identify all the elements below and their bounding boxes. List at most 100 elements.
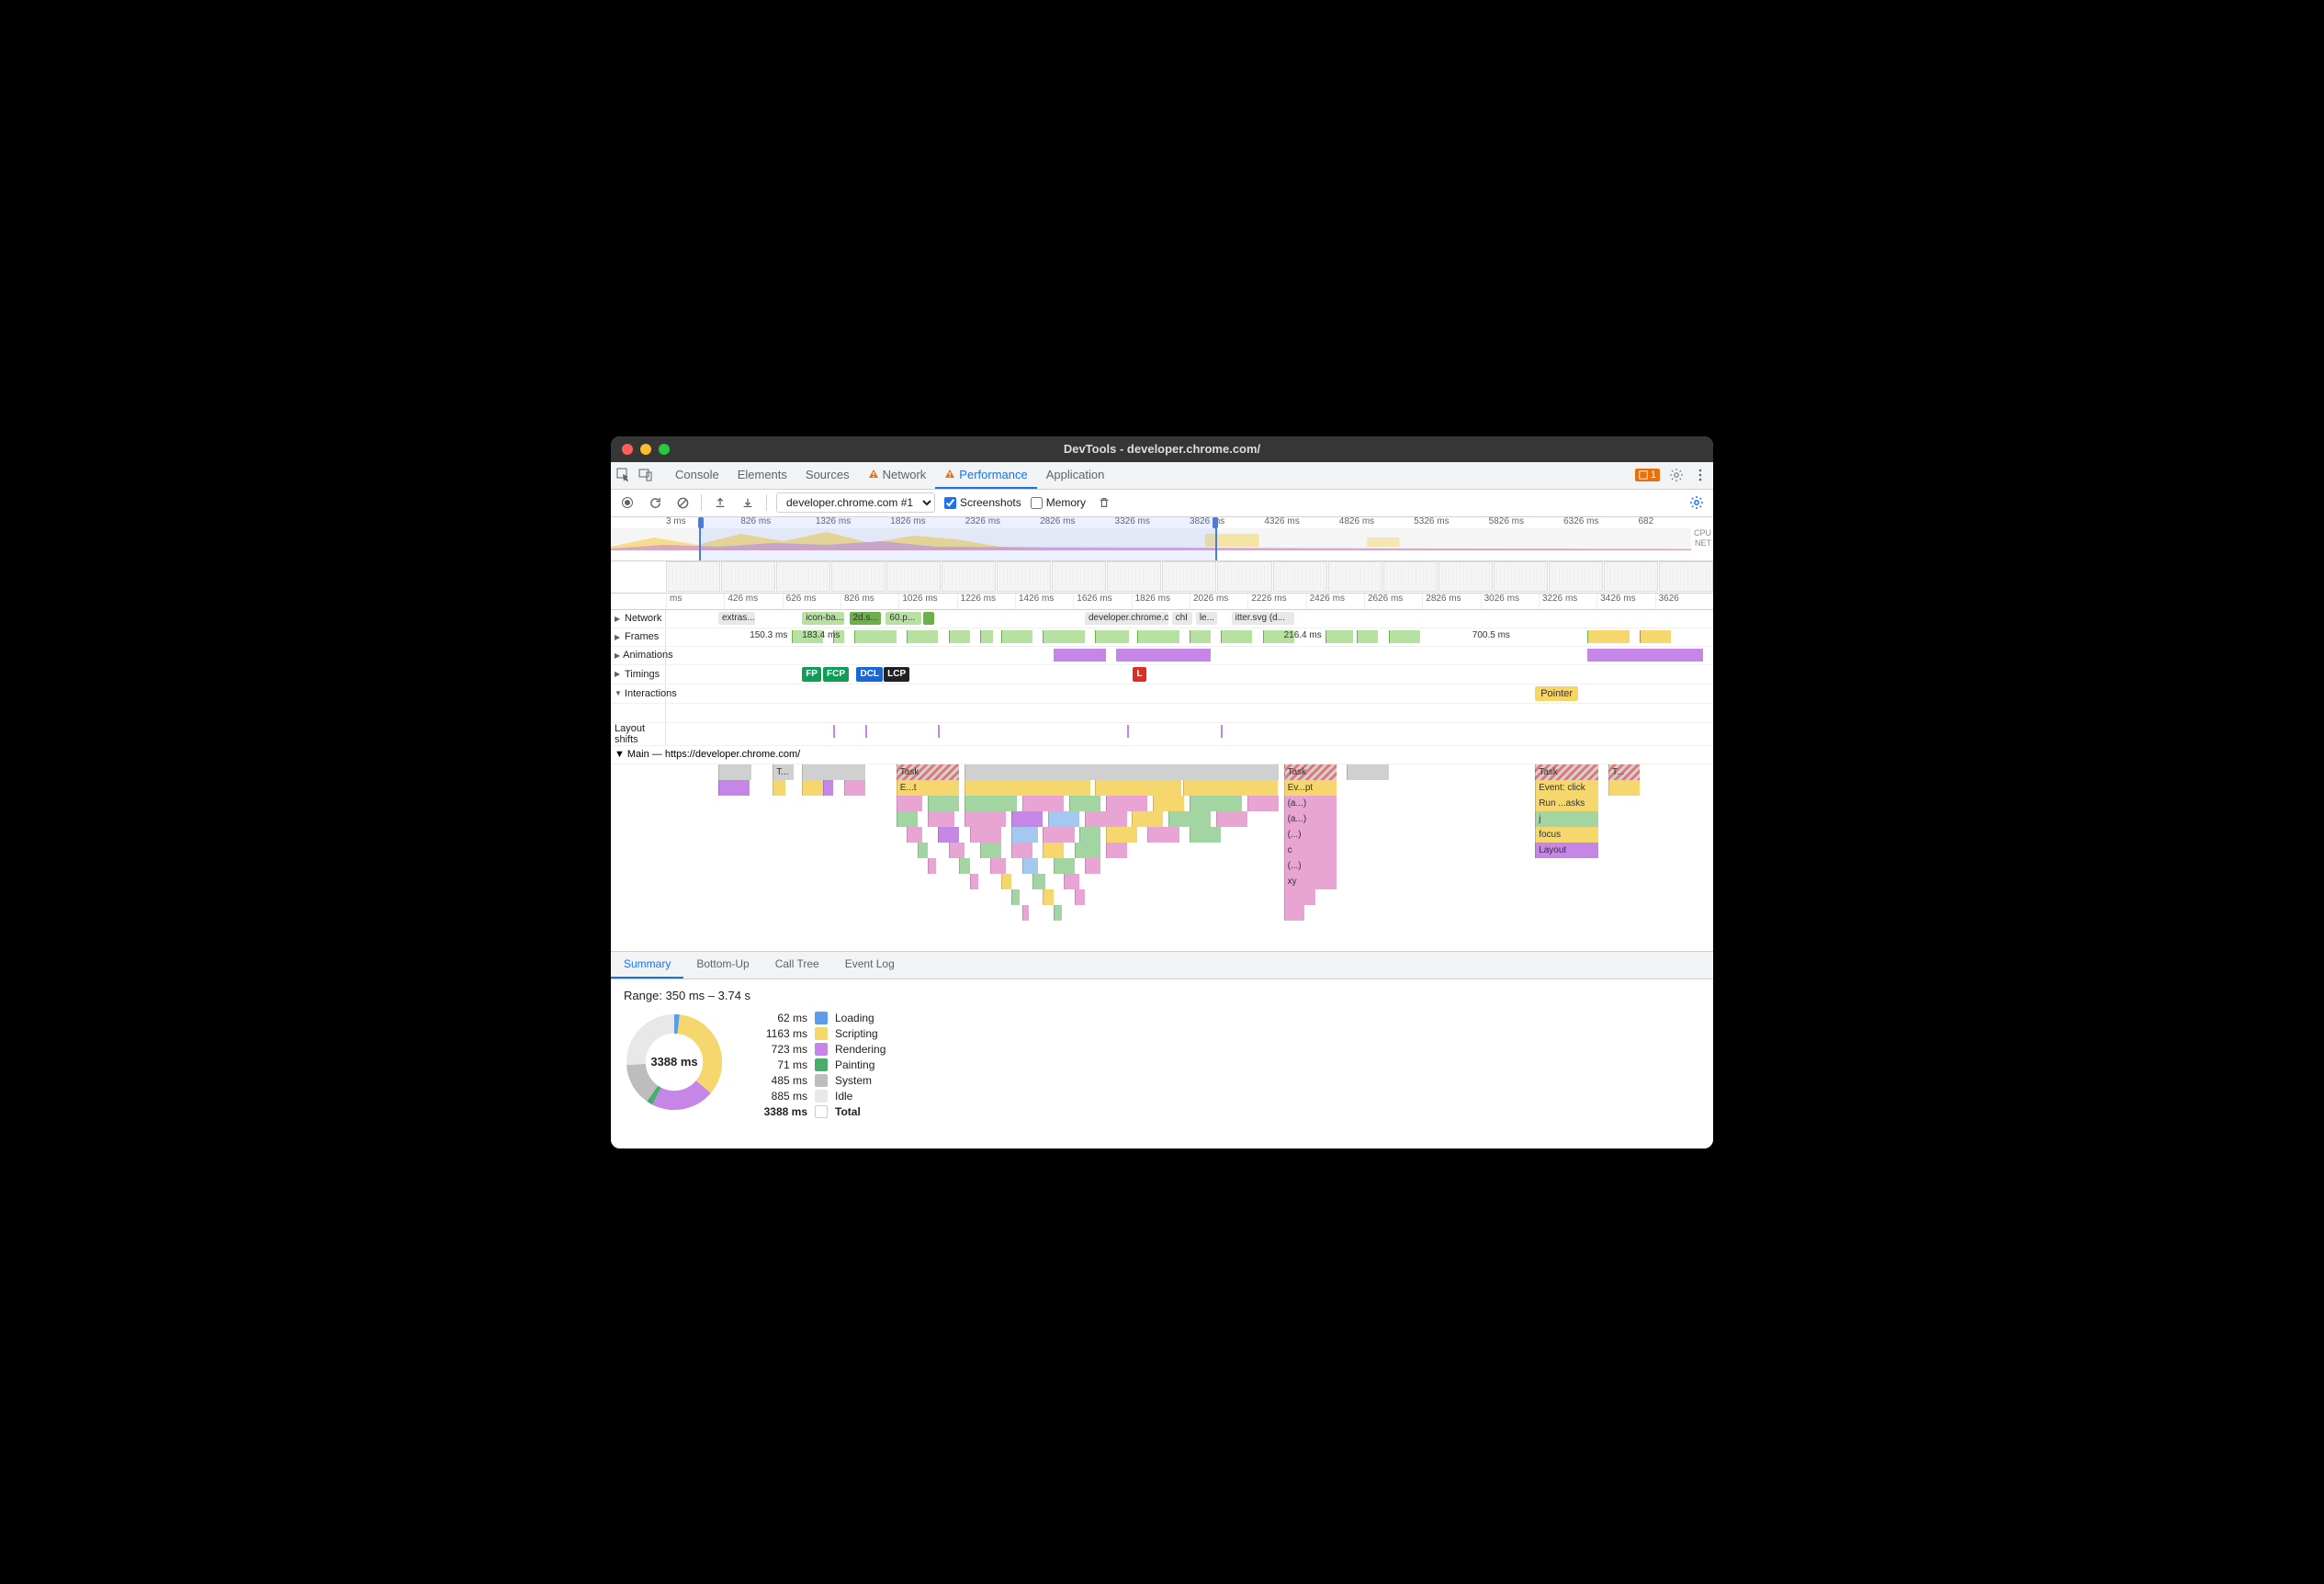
filmstrip-thumb[interactable]	[721, 561, 775, 592]
flame-cell[interactable]	[1106, 796, 1148, 811]
selection-handle-right[interactable]	[1213, 517, 1218, 528]
frame-block[interactable]	[980, 630, 993, 643]
flame-cell[interactable]: focus	[1535, 827, 1597, 843]
detail-tab-call-tree[interactable]: Call Tree	[762, 952, 832, 979]
flame-cell[interactable]	[1043, 843, 1064, 858]
flame-cell[interactable]	[980, 843, 1001, 858]
flame-cell[interactable]	[1216, 811, 1247, 827]
flame-cell[interactable]: Task	[897, 764, 959, 780]
flame-cell[interactable]	[959, 858, 969, 874]
tab-sources[interactable]: Sources	[796, 462, 859, 489]
detail-tab-event-log[interactable]: Event Log	[832, 952, 908, 979]
frame-block[interactable]	[854, 630, 897, 643]
flame-cell[interactable]	[1075, 889, 1085, 905]
layout-shift-marker[interactable]	[865, 725, 867, 738]
timing-marker-fp[interactable]: FP	[802, 667, 821, 682]
flame-cell[interactable]	[965, 811, 1007, 827]
frame-block[interactable]	[1095, 630, 1128, 643]
flame-cell[interactable]	[1001, 874, 1011, 889]
flame-cell[interactable]	[1190, 796, 1242, 811]
filmstrip-thumb[interactable]	[1273, 561, 1327, 592]
filmstrip-thumb[interactable]	[1659, 561, 1713, 592]
screenshots-checkbox[interactable]: Screenshots	[944, 496, 1021, 509]
network-request[interactable]: chI	[1172, 612, 1193, 625]
timing-marker-lcp[interactable]: LCP	[884, 667, 909, 682]
network-request[interactable]: 2d.s...	[850, 612, 881, 625]
filmstrip-thumb[interactable]	[942, 561, 996, 592]
animation-block[interactable]	[1054, 649, 1106, 662]
garbage-collect-button[interactable]	[1095, 493, 1113, 512]
flame-cell[interactable]	[1022, 858, 1038, 874]
flame-cell[interactable]: Ev...pt	[1284, 780, 1337, 796]
animation-block[interactable]	[1587, 649, 1702, 662]
flame-cell[interactable]	[718, 764, 751, 780]
frame-block[interactable]	[1389, 630, 1420, 643]
tab-console[interactable]: Console	[666, 462, 728, 489]
overview-selection[interactable]	[699, 517, 1217, 560]
flame-cell[interactable]	[1095, 780, 1180, 796]
layout-shift-marker[interactable]	[938, 725, 940, 738]
tab-performance[interactable]: Performance	[935, 462, 1036, 489]
frame-block[interactable]	[1001, 630, 1032, 643]
frame-block[interactable]	[1357, 630, 1378, 643]
clear-button[interactable]	[673, 493, 692, 512]
main-flame-chart[interactable]: T...TaskTaskTaskT...E...tEv...ptEvent: c…	[666, 764, 1713, 944]
flame-cell[interactable]	[1085, 858, 1100, 874]
filmstrip-thumb[interactable]	[997, 561, 1051, 592]
frame-block[interactable]	[1043, 630, 1085, 643]
flame-cell[interactable]	[970, 827, 1001, 843]
flame-cell[interactable]	[1011, 827, 1038, 843]
flame-cell[interactable]	[918, 843, 928, 858]
network-request[interactable]: developer.chrome.c	[1085, 612, 1168, 625]
frame-block[interactable]	[1221, 630, 1252, 643]
frame-block[interactable]	[1190, 630, 1211, 643]
filmstrip-thumb[interactable]	[831, 561, 886, 592]
flame-cell[interactable]	[1132, 811, 1163, 827]
filmstrip-thumb[interactable]	[1494, 561, 1548, 592]
flame-cell[interactable]	[1043, 827, 1074, 843]
flame-cell[interactable]	[928, 858, 936, 874]
flame-cell[interactable]	[1054, 905, 1062, 921]
flame-cell[interactable]: (...)	[1284, 827, 1337, 843]
flame-cell[interactable]	[1043, 889, 1053, 905]
upload-button[interactable]	[711, 493, 729, 512]
timing-marker-dcl[interactable]: DCL	[856, 667, 883, 682]
frame-block[interactable]	[907, 630, 938, 643]
flame-cell[interactable]	[1011, 843, 1032, 858]
flame-cell[interactable]	[1011, 811, 1043, 827]
flame-cell[interactable]	[773, 780, 785, 796]
flame-cell[interactable]	[1190, 827, 1221, 843]
filmstrip-thumb[interactable]	[1604, 561, 1658, 592]
network-request[interactable]: 60.p...	[886, 612, 921, 625]
flame-cell[interactable]: (a...)	[1284, 811, 1337, 827]
memory-checkbox[interactable]: Memory	[1031, 496, 1086, 509]
detail-tab-bottom-up[interactable]: Bottom-Up	[683, 952, 762, 979]
layout-shift-marker[interactable]	[1221, 725, 1223, 738]
flame-cell[interactable]	[1106, 843, 1127, 858]
timings-track[interactable]: ▶Timings FPFCPDCLLCPL	[611, 665, 1713, 685]
flame-cell[interactable]: Run ...asks	[1535, 796, 1597, 811]
filmstrip-thumb[interactable]	[776, 561, 830, 592]
detail-tab-summary[interactable]: Summary	[611, 952, 683, 979]
flame-cell[interactable]	[844, 780, 865, 796]
flame-cell[interactable]	[1054, 858, 1075, 874]
filmstrip-thumb[interactable]	[886, 561, 941, 592]
frames-track[interactable]: ▶Frames 150.3 ms183.4 ms216.4 ms700.5 ms	[611, 628, 1713, 647]
interactions-track[interactable]: ▼Interactions Pointer	[611, 685, 1713, 704]
selection-handle-left[interactable]	[698, 517, 704, 528]
filmstrip-thumb[interactable]	[1383, 561, 1438, 592]
flame-cell[interactable]	[1022, 905, 1029, 921]
capture-settings-icon[interactable]	[1687, 493, 1706, 512]
flame-cell[interactable]: E...t	[897, 780, 959, 796]
flame-cell[interactable]	[1153, 796, 1184, 811]
tab-elements[interactable]: Elements	[728, 462, 796, 489]
flame-cell[interactable]	[1022, 796, 1065, 811]
layout-shift-marker[interactable]	[833, 725, 835, 738]
flame-cell[interactable]	[928, 811, 954, 827]
settings-icon[interactable]	[1669, 468, 1684, 482]
flame-cell[interactable]	[897, 811, 918, 827]
flame-cell[interactable]	[970, 874, 978, 889]
timing-marker-fcp[interactable]: FCP	[823, 667, 849, 682]
layout-shifts-track[interactable]: Layout shifts	[611, 723, 1713, 746]
flame-cell[interactable]	[1075, 843, 1101, 858]
